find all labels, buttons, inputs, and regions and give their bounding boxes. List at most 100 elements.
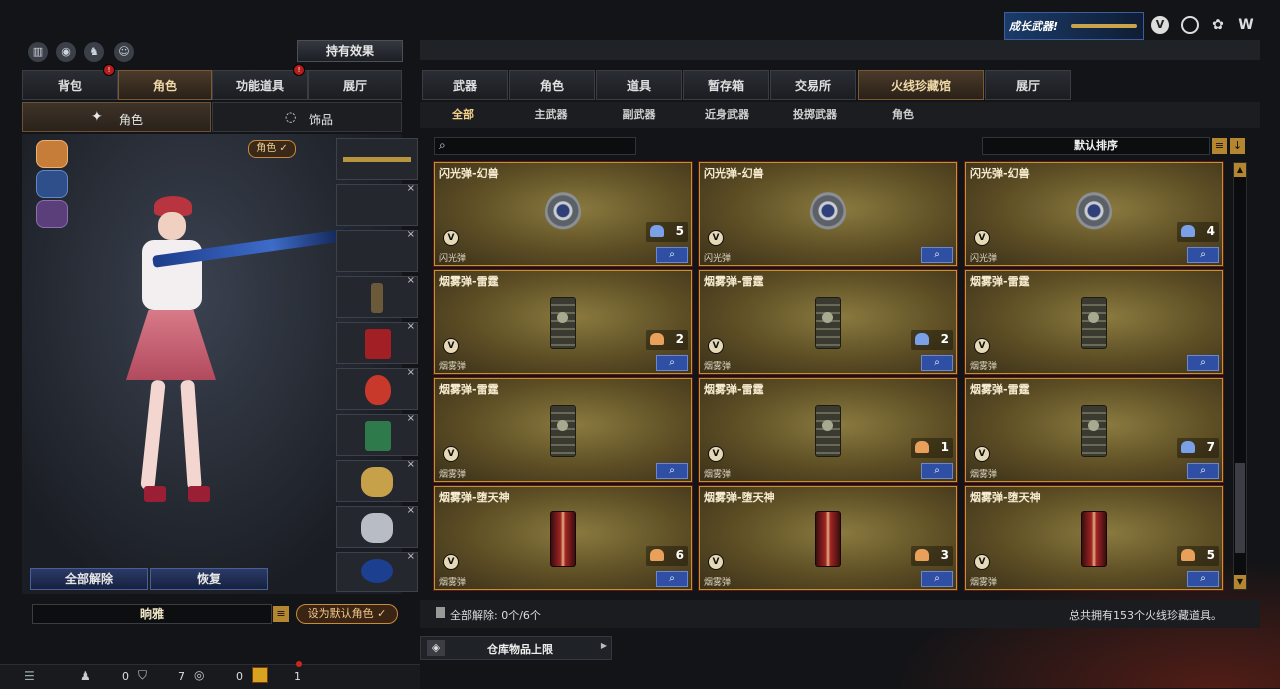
character-name-field[interactable]: 晌雅	[32, 604, 272, 624]
item-card[interactable]: 烟雾弹-堕天神 V 烟雾弹 3 ⌕	[698, 485, 958, 591]
zoom-search-button[interactable]: ⌕	[656, 355, 688, 371]
sort-dropdown[interactable]: 默认排序	[982, 137, 1210, 155]
pet-icon[interactable]: ☺	[114, 42, 134, 62]
list-view-icon[interactable]: ≡	[1212, 138, 1227, 154]
subtab-accessories[interactable]: ◌ 饰品	[212, 102, 402, 132]
equip-slot[interactable]: ×	[336, 229, 418, 272]
main-tab[interactable]: 道具	[596, 70, 682, 100]
scroll-thumb[interactable]	[1235, 463, 1245, 553]
zoom-search-button[interactable]: ⌕	[656, 571, 688, 587]
zoom-search-button[interactable]: ⌕	[921, 463, 953, 479]
equip-slot[interactable]: ×	[336, 321, 418, 364]
sub-tab[interactable]: 角色	[868, 104, 938, 126]
main-tab[interactable]: 暂存箱	[683, 70, 769, 100]
eye-orbit-icon[interactable]: ◉	[56, 42, 76, 62]
item-card[interactable]: 闪光弹-幻兽 V 闪光弹 ⌕	[698, 161, 958, 267]
role-filter-button-2[interactable]	[36, 170, 68, 198]
sub-tab[interactable]: 近身武器	[692, 104, 762, 126]
equip-slot[interactable]: ×	[336, 413, 418, 456]
item-card[interactable]: 烟雾弹-雷霆 V 烟雾弹 2 ⌕	[698, 269, 958, 375]
warehouse-limit-button[interactable]: ◈ 仓库物品上限 ▶	[420, 636, 612, 660]
subtab-character[interactable]: ✦ 角色	[22, 102, 211, 132]
item-card[interactable]: 烟雾弹-雷霆 V 烟雾弹 7 ⌕	[964, 377, 1224, 483]
item-card[interactable]: 闪光弹-幻兽 V 闪光弹 4 ⌕	[964, 161, 1224, 267]
gift-rose-icon[interactable]: ✿	[1209, 16, 1227, 34]
item-card[interactable]: 烟雾弹-雷霆 V 烟雾弹 ⌕	[433, 377, 693, 483]
zoom-search-button[interactable]: ⌕	[656, 247, 688, 263]
zoom-search-button[interactable]: ⌕	[921, 247, 953, 263]
target-icon[interactable]	[1181, 16, 1199, 34]
tab-functional-items[interactable]: 功能道具	[212, 70, 308, 100]
sub-tab[interactable]: 投掷武器	[780, 104, 850, 126]
w-logo-icon[interactable]: W	[1236, 16, 1256, 34]
zoom-search-button[interactable]: ⌕	[1187, 571, 1219, 587]
remove-icon[interactable]: ×	[407, 183, 415, 194]
remove-icon[interactable]: ×	[407, 551, 415, 562]
zoom-search-button[interactable]: ⌕	[1187, 463, 1219, 479]
zoom-search-button[interactable]: ⌕	[921, 571, 953, 587]
equip-slot[interactable]: ×	[336, 505, 418, 548]
tab-character[interactable]: 角色	[118, 70, 212, 100]
remove-icon[interactable]: ×	[407, 321, 415, 332]
set-default-button[interactable]: 设为默认角色 ✓	[296, 604, 398, 624]
main-tab[interactable]: 交易所	[770, 70, 856, 100]
scroll-down-arrow[interactable]: ▼	[1234, 575, 1246, 589]
item-category: 烟雾弹	[970, 578, 998, 588]
growth-weapon-banner[interactable]: 成长武器!	[1004, 12, 1144, 40]
remove-icon[interactable]: ×	[407, 275, 415, 286]
role-filter-button-1[interactable]	[36, 140, 68, 168]
tab-backpack[interactable]: 背包	[22, 70, 118, 100]
character-preview[interactable]: 角色 ✓ × × × × × × × × ×	[22, 134, 418, 594]
zoom-search-button[interactable]: ⌕	[1187, 355, 1219, 371]
main-tab[interactable]: 角色	[509, 70, 595, 100]
equip-slot-weapon[interactable]	[336, 138, 418, 180]
item-card[interactable]: 烟雾弹-雷霆 V 烟雾弹 1 ⌕	[698, 377, 958, 483]
equip-slot[interactable]: ×	[336, 275, 418, 318]
unequip-all-button[interactable]: 全部解除	[30, 568, 148, 590]
zoom-search-button[interactable]: ⌕	[656, 463, 688, 479]
effects-button[interactable]: 持有效果	[297, 40, 403, 62]
remove-icon[interactable]: ×	[407, 229, 415, 240]
scroll-up-arrow[interactable]: ▲	[1234, 163, 1246, 177]
equip-slot[interactable]: ×	[336, 551, 418, 592]
remove-icon[interactable]: ×	[407, 459, 415, 470]
tab-showroom[interactable]: 展厅	[308, 70, 402, 100]
shield-v-icon[interactable]: V	[1151, 16, 1169, 34]
gift-icon[interactable]	[252, 667, 268, 683]
item-card[interactable]: 烟雾弹-堕天神 V 烟雾弹 6 ⌕	[433, 485, 693, 591]
chat-bubble-icon[interactable]: ◎	[194, 668, 204, 682]
remove-icon[interactable]: ×	[407, 505, 415, 516]
zoom-search-button[interactable]: ⌕	[921, 355, 953, 371]
sub-tab[interactable]: 副武器	[604, 104, 674, 126]
main-tab[interactable]: 展厅	[985, 70, 1071, 100]
list-icon[interactable]: ≡	[273, 606, 289, 622]
item-card[interactable]: 烟雾弹-雷霆 V 烟雾弹 ⌕	[964, 269, 1224, 375]
main-tab[interactable]: 武器	[422, 70, 508, 100]
sort-direction-icon[interactable]: ↓	[1230, 138, 1245, 154]
scrollbar[interactable]: ▲ ▼	[1233, 162, 1247, 590]
equip-slot[interactable]: ×	[336, 459, 418, 502]
role-tag[interactable]: 角色 ✓	[248, 140, 296, 158]
search-input[interactable]	[455, 139, 635, 155]
equip-slot[interactable]: ×	[336, 367, 418, 410]
item-card[interactable]: 烟雾弹-堕天神 V 烟雾弹 5 ⌕	[964, 485, 1224, 591]
role-filter-button-3[interactable]	[36, 200, 68, 228]
search-field[interactable]: ⌕	[434, 137, 636, 155]
menu-list-icon[interactable]: ☰	[24, 669, 35, 683]
item-card[interactable]: 闪光弹-幻兽 V 闪光弹 5 ⌕	[433, 161, 693, 267]
item-card[interactable]: 烟雾弹-雷霆 V 烟雾弹 2 ⌕	[433, 269, 693, 375]
main-tab[interactable]: 火线珍藏馆	[858, 70, 984, 100]
sub-tab[interactable]: 主武器	[516, 104, 586, 126]
sub-tab[interactable]: 全部	[436, 104, 490, 126]
stats-icon[interactable]: ▥	[28, 42, 48, 62]
person-run-icon[interactable]: ♞	[84, 42, 104, 62]
friends-icon[interactable]: ♟	[80, 669, 91, 683]
restore-button[interactable]: 恢复	[150, 568, 268, 590]
remove-icon[interactable]: ×	[407, 367, 415, 378]
remove-icon[interactable]: ×	[407, 413, 415, 424]
cake-icon	[915, 441, 929, 453]
zoom-search-button[interactable]: ⌕	[1187, 247, 1219, 263]
subtab-label: 饰品	[309, 113, 334, 127]
shield-check-icon[interactable]: ⛉	[138, 668, 147, 683]
equip-slot[interactable]: ×	[336, 183, 418, 226]
